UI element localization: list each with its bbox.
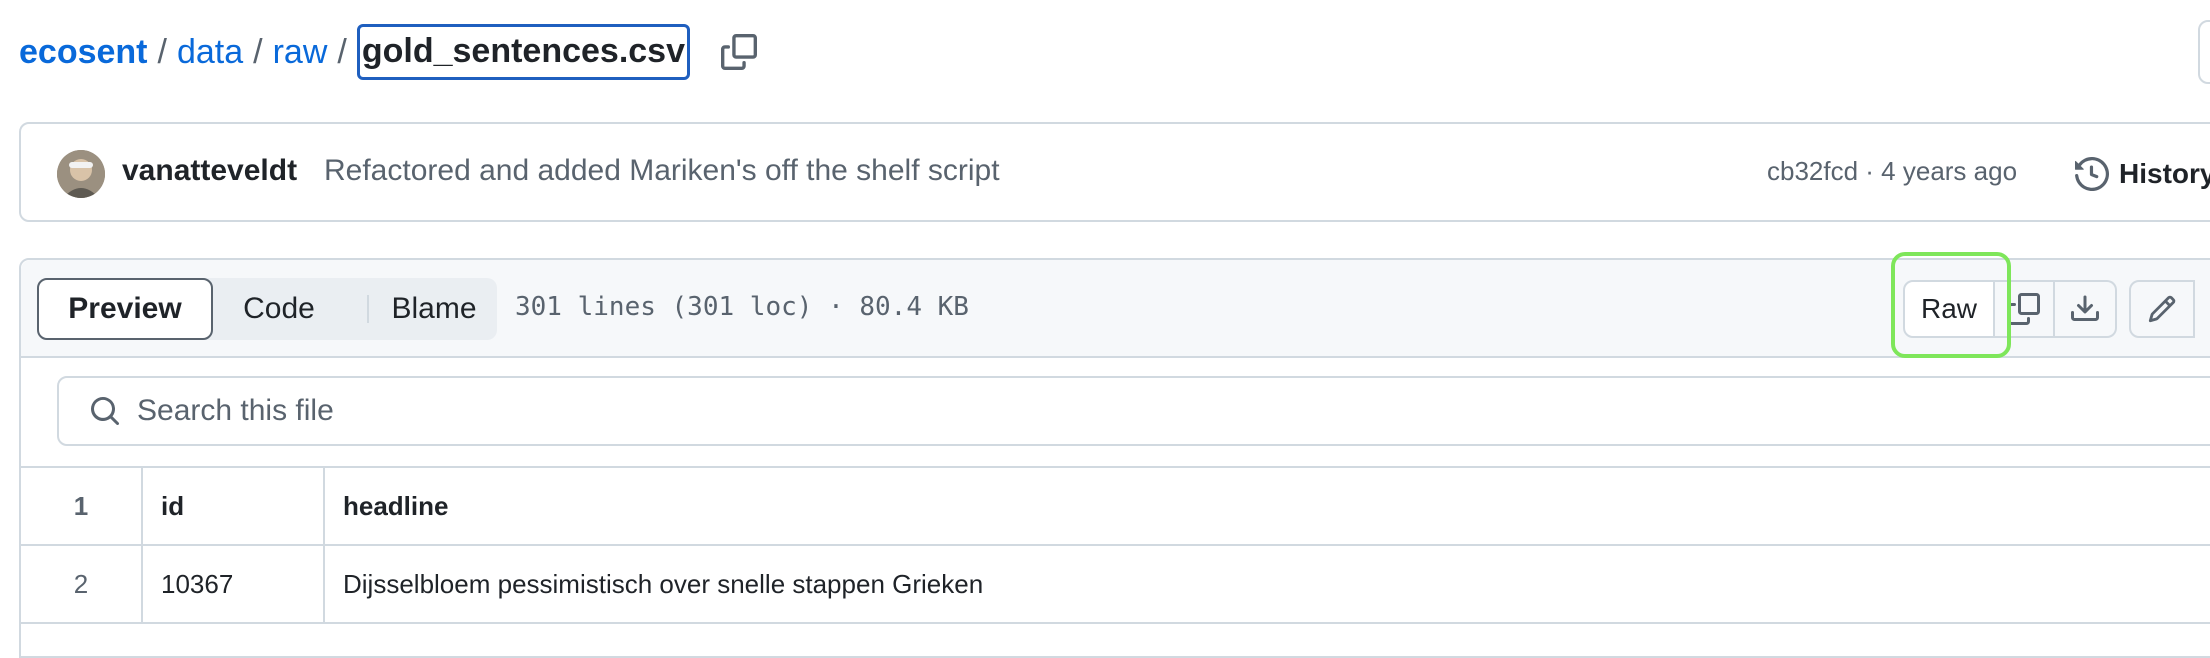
- segment-divider: [367, 295, 369, 323]
- csv-table: 1 id headline 2 10367 Dijsselbloem pessi…: [21, 466, 2210, 624]
- cell-id: 10367: [141, 546, 323, 622]
- breadcrumb-current-file: gold_sentences.csv: [356, 24, 690, 80]
- copy-icon: [721, 34, 757, 70]
- edit-file-button[interactable]: [2129, 280, 2195, 338]
- line-number[interactable]: 1: [21, 468, 141, 544]
- tab-blame[interactable]: Blame: [370, 278, 498, 340]
- line-number[interactable]: 2: [21, 546, 141, 622]
- commit-message-link[interactable]: Refactored and added Mariken's off the s…: [324, 154, 1000, 188]
- commit-author-link[interactable]: vanatteveldt: [122, 154, 297, 188]
- history-button[interactable]: History: [2075, 146, 2210, 202]
- file-search-box: [57, 376, 2210, 446]
- history-icon: [2075, 157, 2109, 191]
- breadcrumb-folder-data[interactable]: data: [177, 33, 243, 72]
- breadcrumb-separator: /: [157, 32, 167, 71]
- column-header-id: id: [141, 468, 323, 544]
- file-stats: 301 lines (301 loc) · 80.4 KB: [515, 292, 969, 322]
- column-header-headline: headline: [323, 468, 2210, 544]
- breadcrumb-separator: /: [337, 32, 347, 71]
- table-header-row: 1 id headline: [21, 468, 2210, 546]
- breadcrumb-folder-raw[interactable]: raw: [273, 33, 328, 72]
- commit-hash-and-age[interactable]: cb32fcd · 4 years ago: [1767, 156, 2017, 187]
- cell-headline: Dijsselbloem pessimistisch over snelle s…: [323, 546, 2210, 622]
- latest-commit-bar: vanatteveldt Refactored and added Marike…: [19, 122, 2210, 222]
- file-header: Preview Code Blame 301 lines (301 loc) ·…: [21, 252, 2210, 358]
- download-button[interactable]: [2055, 280, 2117, 338]
- file-viewer: Preview Code Blame 301 lines (301 loc) ·…: [19, 252, 2210, 658]
- breadcrumb: ecosent / data / raw / gold_sentences.cs…: [19, 22, 760, 82]
- pencil-icon: [2148, 295, 2176, 323]
- avatar[interactable]: [57, 150, 105, 198]
- download-icon: [2071, 295, 2099, 321]
- view-mode-segmented-control: Preview Code Blame: [37, 278, 497, 340]
- copy-icon: [2008, 293, 2040, 325]
- search-icon: [89, 394, 123, 428]
- breadcrumb-repo-link[interactable]: ecosent: [19, 33, 148, 72]
- tab-code[interactable]: Code: [213, 278, 345, 340]
- history-label: History: [2119, 158, 2210, 189]
- copy-path-button[interactable]: [718, 31, 760, 73]
- header-action-button[interactable]: [2198, 20, 2210, 84]
- search-input[interactable]: [137, 394, 2037, 428]
- breadcrumb-separator: /: [253, 32, 263, 71]
- table-row: 2 10367 Dijsselbloem pessimistisch over …: [21, 546, 2210, 624]
- raw-button-highlight: [1891, 252, 2011, 358]
- tab-preview[interactable]: Preview: [37, 278, 213, 340]
